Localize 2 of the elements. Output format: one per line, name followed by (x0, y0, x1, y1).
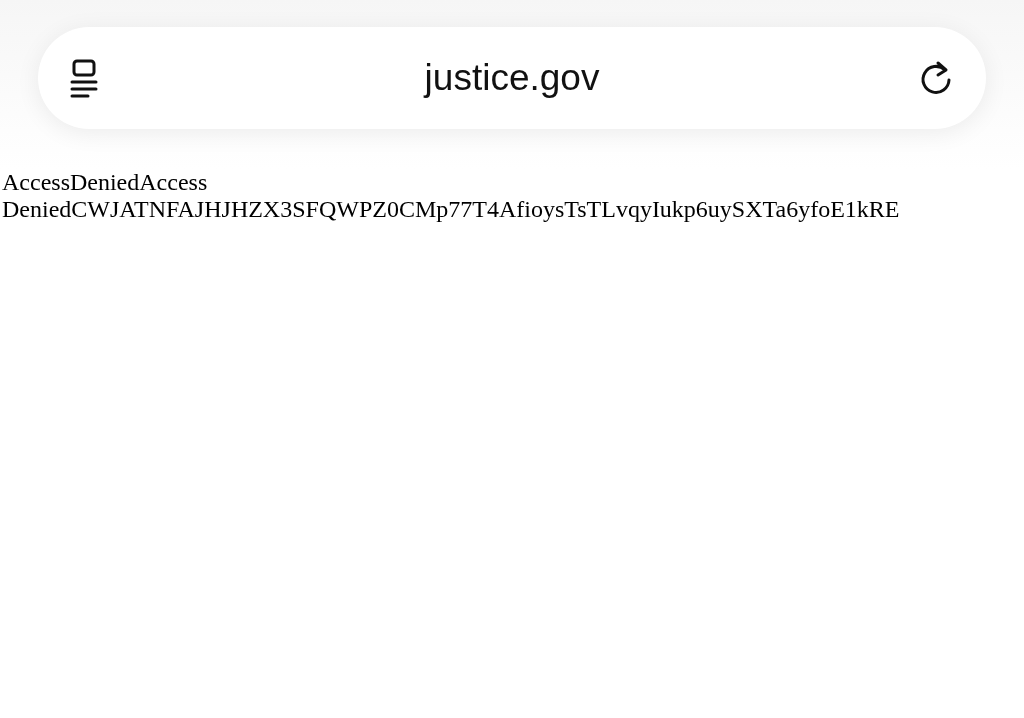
url-text[interactable]: justice.gov (424, 57, 600, 99)
error-text: AccessDeniedAccess DeniedCWJATNFAJHJHZX3SFQWPZ0CMp77T4AfioysTsTLvqyIukp6uySXTa6yfoE1kRE (1, 169, 901, 223)
